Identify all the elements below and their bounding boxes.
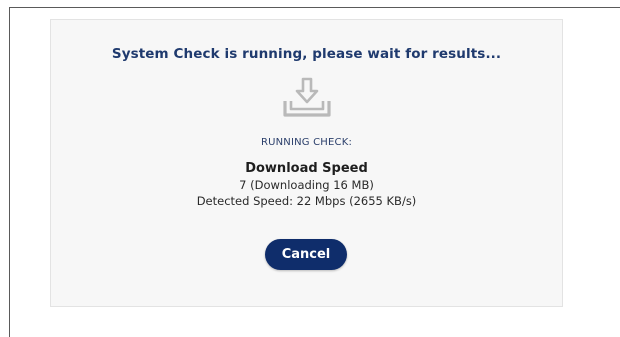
- check-progress-text: 7 (Downloading 16 MB): [239, 178, 374, 192]
- detected-speed-text: Detected Speed: 22 Mbps (2655 KB/s): [196, 194, 417, 208]
- download-icon: [283, 77, 331, 117]
- running-check-label: RUNNING CHECK:: [260, 137, 353, 148]
- system-check-dialog: System Check is running, please wait for…: [50, 19, 563, 307]
- check-name: Download Speed: [245, 161, 368, 176]
- cancel-button[interactable]: Cancel: [265, 239, 347, 270]
- dialog-title: System Check is running, please wait for…: [111, 46, 502, 62]
